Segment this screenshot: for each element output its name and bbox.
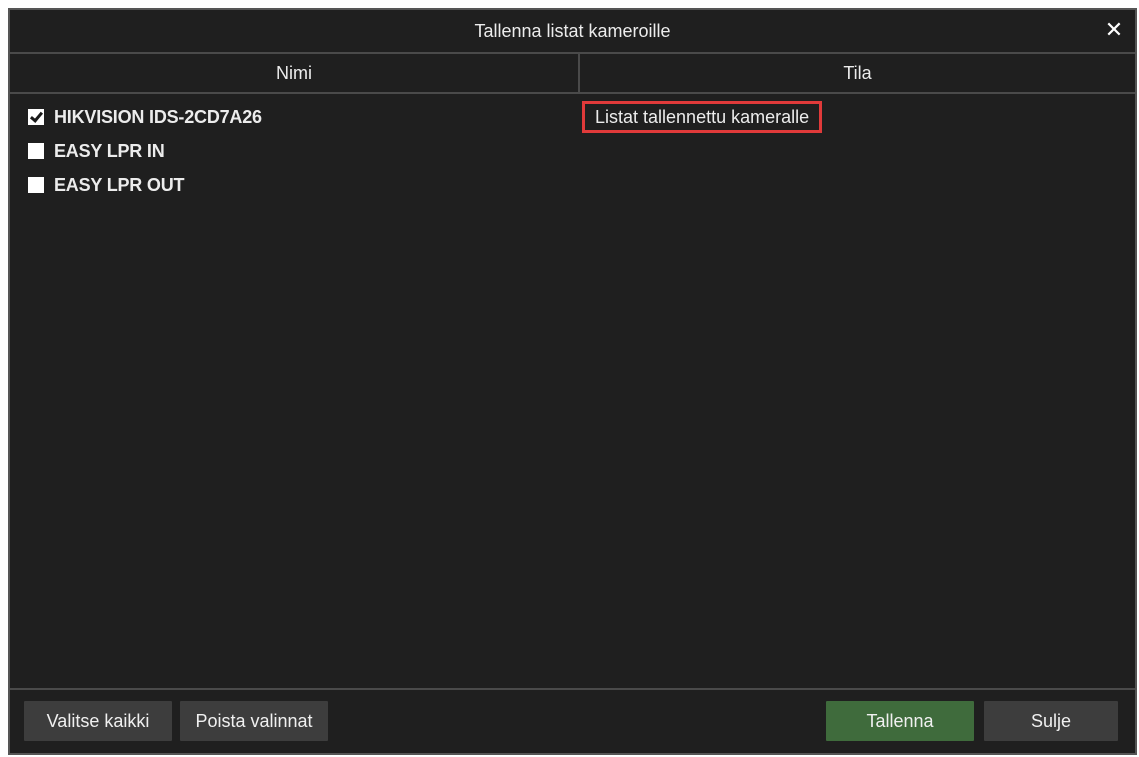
camera-name-cell: EASY LPR IN [10, 141, 578, 162]
dialog-titlebar: Tallenna listat kameroille ✕ [10, 10, 1135, 54]
camera-status-cell: Listat tallennettu kameralle [578, 101, 823, 133]
clear-selection-button[interactable]: Poista valinnat [180, 701, 328, 741]
table-row[interactable]: EASY LPR OUT [10, 168, 1135, 202]
table-header: Nimi Tila [10, 54, 1135, 94]
column-header-status[interactable]: Tila [580, 54, 1135, 92]
close-icon[interactable]: ✕ [1101, 17, 1127, 43]
save-lists-dialog: Tallenna listat kameroille ✕ Nimi Tila H… [8, 8, 1137, 755]
close-button[interactable]: Sulje [984, 701, 1118, 741]
camera-name-cell: HIKVISION IDS-2CD7A26 [10, 107, 578, 128]
camera-name: HIKVISION IDS-2CD7A26 [54, 106, 262, 127]
camera-name: EASY LPR OUT [54, 174, 185, 195]
camera-checkbox[interactable] [28, 109, 44, 125]
camera-name: EASY LPR IN [54, 140, 165, 161]
status-text: Listat tallennettu kameralle [582, 101, 823, 133]
dialog-footer: Valitse kaikki Poista valinnat Tallenna … [10, 688, 1135, 753]
table-row[interactable]: HIKVISION IDS-2CD7A26 Listat tallennettu… [10, 100, 1135, 134]
save-button[interactable]: Tallenna [826, 701, 974, 741]
select-all-button[interactable]: Valitse kaikki [24, 701, 172, 741]
dialog-title: Tallenna listat kameroille [474, 20, 671, 41]
column-header-name[interactable]: Nimi [10, 54, 580, 92]
camera-checkbox[interactable] [28, 177, 44, 193]
table-row[interactable]: EASY LPR IN [10, 134, 1135, 168]
camera-list: HIKVISION IDS-2CD7A26 Listat tallennettu… [10, 94, 1135, 692]
camera-name-cell: EASY LPR OUT [10, 175, 578, 196]
camera-checkbox[interactable] [28, 143, 44, 159]
